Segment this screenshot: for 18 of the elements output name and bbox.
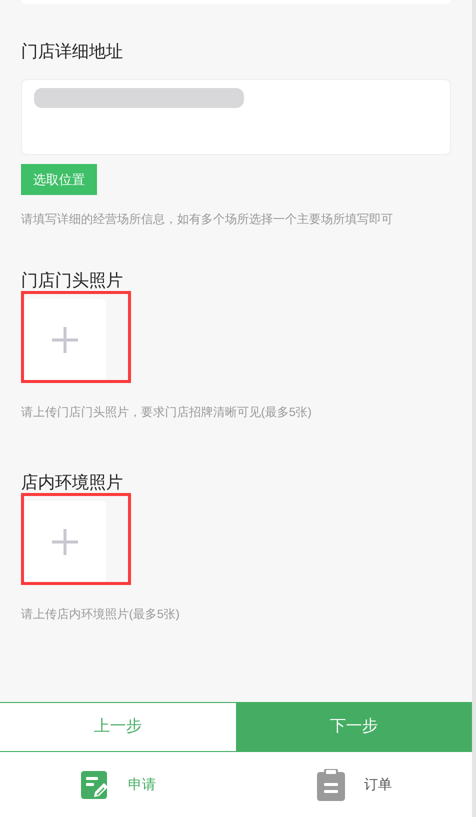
section-title: 门店门头照片 bbox=[21, 271, 124, 291]
next-step-button[interactable]: 下一步 bbox=[236, 703, 472, 751]
hint-text: 请上传门店门头照片，要求门店招牌清晰可见(最多5张) bbox=[21, 404, 313, 421]
edit-icon bbox=[80, 770, 110, 800]
hint-text: 请上传店内环境照片(最多5张) bbox=[21, 606, 181, 623]
clipboard-icon bbox=[316, 768, 346, 800]
section-title: 店内环境照片 bbox=[21, 473, 124, 493]
plus-icon bbox=[52, 327, 78, 353]
tab-item[interactable]: 申请 bbox=[0, 752, 236, 817]
locate-button[interactable]: 选取位置 bbox=[21, 164, 97, 195]
photo-upload-button[interactable] bbox=[24, 501, 106, 583]
plus-icon bbox=[52, 529, 78, 555]
section-title: 门店详细地址 bbox=[21, 42, 124, 62]
address-field[interactable] bbox=[21, 79, 451, 155]
photo-upload-button[interactable] bbox=[24, 299, 106, 381]
tab-item[interactable]: 订单 bbox=[236, 752, 472, 817]
hint-text: 请填写详细的经营场所信息，如有多个场所选择一个主要场所填写即可 bbox=[21, 211, 394, 228]
previous-step-button[interactable]: 上一步 bbox=[0, 703, 236, 751]
